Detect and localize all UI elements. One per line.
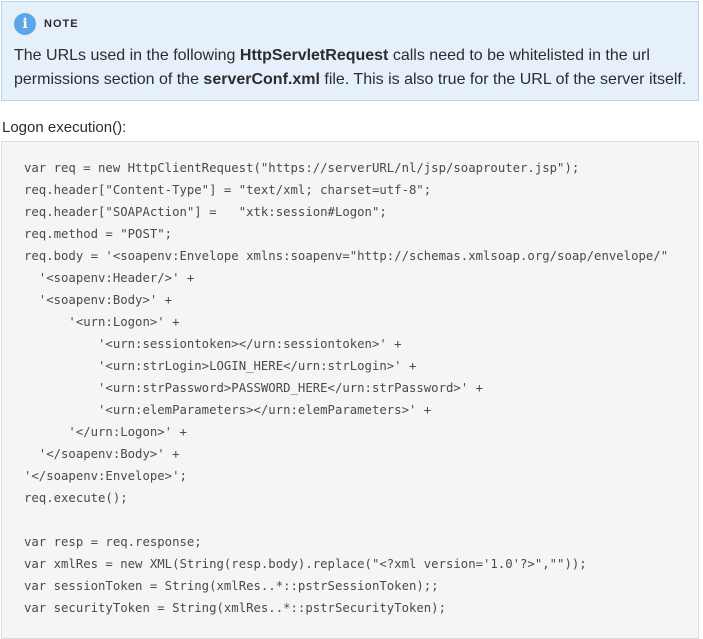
code-line: var resp = req.response;	[24, 535, 202, 549]
code-line: '</soapenv:Body>' +	[24, 447, 180, 461]
code-line: '<urn:elemParameters></urn:elemParameter…	[24, 403, 432, 417]
code-line: '<urn:strLogin>LOGIN_HERE</urn:strLogin>…	[24, 359, 417, 373]
code-line: '<soapenv:Body>' +	[24, 293, 173, 307]
code-line: '</urn:Logon>' +	[24, 425, 187, 439]
code-line: req.header["Content-Type"] = "text/xml; …	[24, 183, 432, 197]
code-line: req.method = "POST";	[24, 227, 173, 241]
code-line: req.execute();	[24, 491, 128, 505]
note-text-part1: The URLs used in the following	[14, 47, 240, 64]
note-text: The URLs used in the following HttpServl…	[14, 44, 694, 92]
code-line: '<urn:Logon>' +	[24, 315, 180, 329]
code-block[interactable]: var req = new HttpClientRequest("https:/…	[1, 141, 699, 639]
code-listing: var req = new HttpClientRequest("https:/…	[24, 157, 668, 619]
code-line: '<urn:strPassword>PASSWORD_HERE</urn:str…	[24, 381, 484, 395]
code-caption: Logon execution():	[2, 119, 127, 136]
note-label: NOTE	[44, 18, 79, 30]
code-line: var sessionToken = String(xmlRes..*::pst…	[24, 579, 439, 593]
code-line: req.body = '<soapenv:Envelope xmlns:soap…	[24, 249, 669, 263]
code-line: req.header["SOAPAction"] = "xtk:session#…	[24, 205, 387, 219]
code-line: var xmlRes = new XML(String(resp.body).r…	[24, 557, 587, 571]
note-text-part3: file. This is also true for the URL of t…	[319, 71, 687, 88]
code-line: var req = new HttpClientRequest("https:/…	[24, 161, 580, 175]
note-bold-serverconf: serverConf.xml	[203, 71, 320, 88]
code-line: '<soapenv:Header/>' +	[24, 271, 195, 285]
code-line: '</soapenv:Envelope>';	[24, 469, 187, 483]
info-icon: i	[14, 13, 36, 35]
code-line: var securityToken = String(xmlRes..*::ps…	[24, 601, 446, 615]
note-bold-httpservletrequest: HttpServletRequest	[239, 47, 389, 64]
note-header: i NOTE	[14, 13, 79, 35]
note-callout: i NOTE The URLs used in the following Ht…	[1, 1, 699, 101]
code-line: '<urn:sessiontoken></urn:sessiontoken>' …	[24, 337, 402, 351]
